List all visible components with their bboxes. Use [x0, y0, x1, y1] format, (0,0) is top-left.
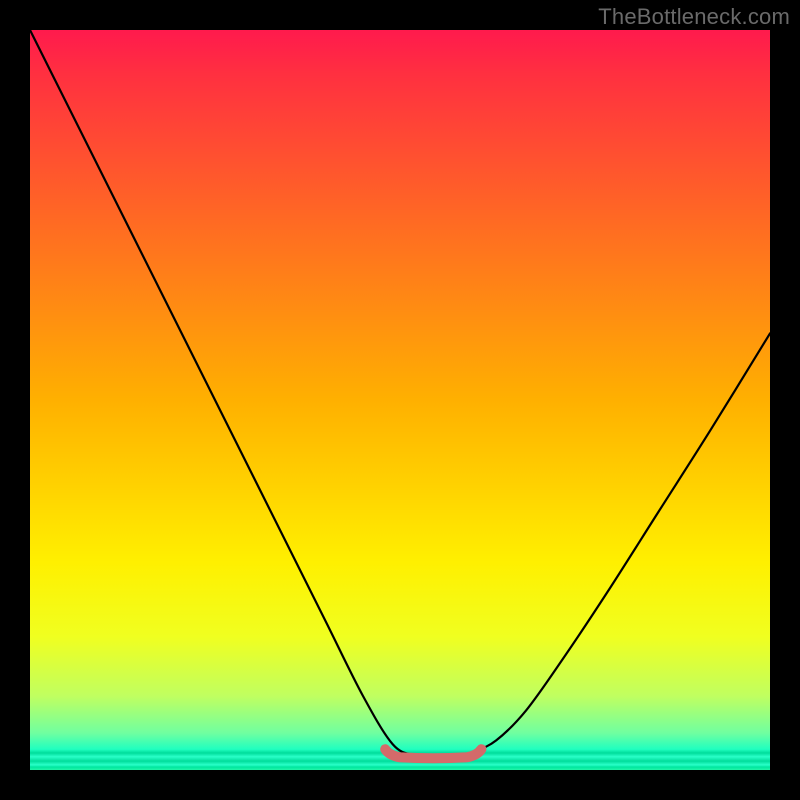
plot-area — [30, 30, 770, 770]
chart-frame: TheBottleneck.com — [0, 0, 800, 800]
watermark-text: TheBottleneck.com — [598, 4, 790, 30]
bottleneck-curve — [30, 30, 770, 756]
chart-svg — [30, 30, 770, 770]
